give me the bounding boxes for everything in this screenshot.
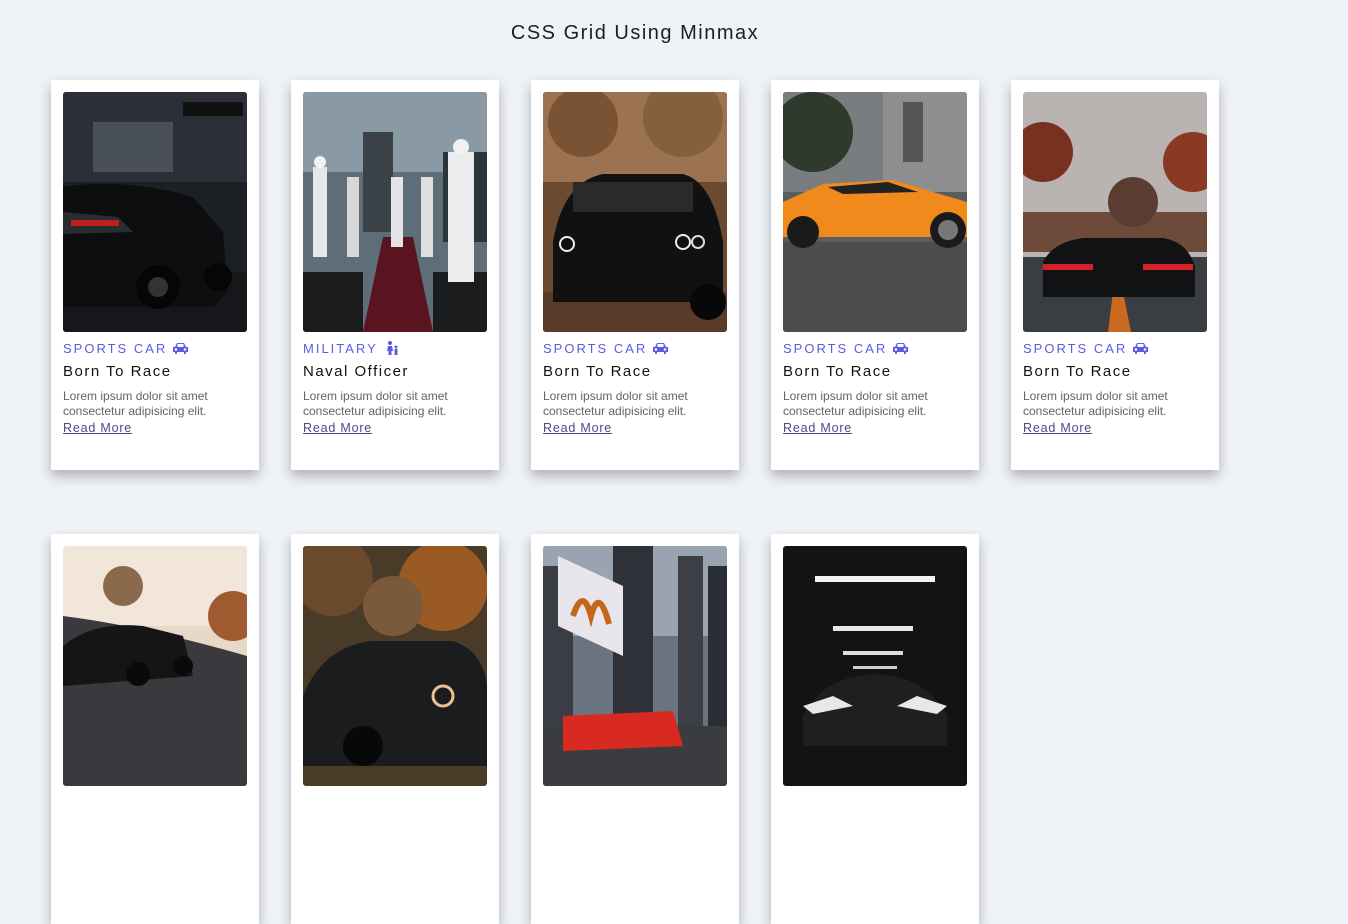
card-image xyxy=(1023,92,1207,332)
car-icon xyxy=(1132,341,1149,355)
card xyxy=(291,534,499,924)
read-more-link[interactable]: Read More xyxy=(543,421,612,436)
card-image xyxy=(63,92,247,332)
read-more-link[interactable]: Read More xyxy=(303,421,372,436)
read-more-link[interactable]: Read More xyxy=(63,421,132,436)
card-description: Lorem ipsum dolor sit amet consectetur a… xyxy=(303,389,448,418)
card: SPORTS CAR Born To Race Lorem ipsum dolo… xyxy=(771,80,979,470)
category-label: SPORTS CAR xyxy=(543,340,648,356)
card-title: Naval Officer xyxy=(303,363,409,380)
category-label: SPORTS CAR xyxy=(63,340,168,356)
card-title: Born To Race xyxy=(63,363,172,380)
card-grid: SPORTS CAR Born To Race Lorem ipsum dolo… xyxy=(51,80,1219,924)
card-image xyxy=(543,546,727,786)
card xyxy=(51,534,259,924)
page-title: CSS Grid Using Minmax xyxy=(510,22,760,44)
car-icon xyxy=(172,341,189,355)
card-title: Born To Race xyxy=(783,363,892,380)
read-more-link[interactable]: Read More xyxy=(1023,421,1092,436)
card: SPORTS CAR Born To Race Lorem ipsum dolo… xyxy=(1011,80,1219,470)
category-label: MILITARY xyxy=(303,340,378,356)
card-category: SPORTS CAR xyxy=(543,340,727,356)
card: SPORTS CAR Born To Race Lorem ipsum dolo… xyxy=(531,80,739,470)
card-description: Lorem ipsum dolor sit amet consectetur a… xyxy=(783,389,928,418)
card-category: SPORTS CAR xyxy=(1023,340,1207,356)
card-description: Lorem ipsum dolor sit amet consectetur a… xyxy=(543,389,688,418)
category-label: SPORTS CAR xyxy=(1023,340,1128,356)
card-image xyxy=(783,546,967,786)
card-image xyxy=(543,92,727,332)
read-more-link[interactable]: Read More xyxy=(783,421,852,436)
person-with-child-icon xyxy=(383,341,400,355)
card-description: Lorem ipsum dolor sit amet consectetur a… xyxy=(1023,389,1168,418)
category-label: SPORTS CAR xyxy=(783,340,888,356)
card-category: MILITARY xyxy=(303,340,487,356)
card-image xyxy=(63,546,247,786)
card-image xyxy=(303,92,487,332)
card-image xyxy=(303,546,487,786)
card-image xyxy=(783,92,967,332)
car-icon xyxy=(652,341,669,355)
card-category: SPORTS CAR xyxy=(783,340,967,356)
card-description: Lorem ipsum dolor sit amet consectetur a… xyxy=(63,389,208,418)
card: SPORTS CAR Born To Race Lorem ipsum dolo… xyxy=(51,80,259,470)
car-icon xyxy=(892,341,909,355)
card-title: Born To Race xyxy=(543,363,652,380)
card-title: Born To Race xyxy=(1023,363,1132,380)
card: MILITARY Naval Officer Lorem ipsum dolor… xyxy=(291,80,499,470)
card xyxy=(771,534,979,924)
card-category: SPORTS CAR xyxy=(63,340,247,356)
card xyxy=(531,534,739,924)
